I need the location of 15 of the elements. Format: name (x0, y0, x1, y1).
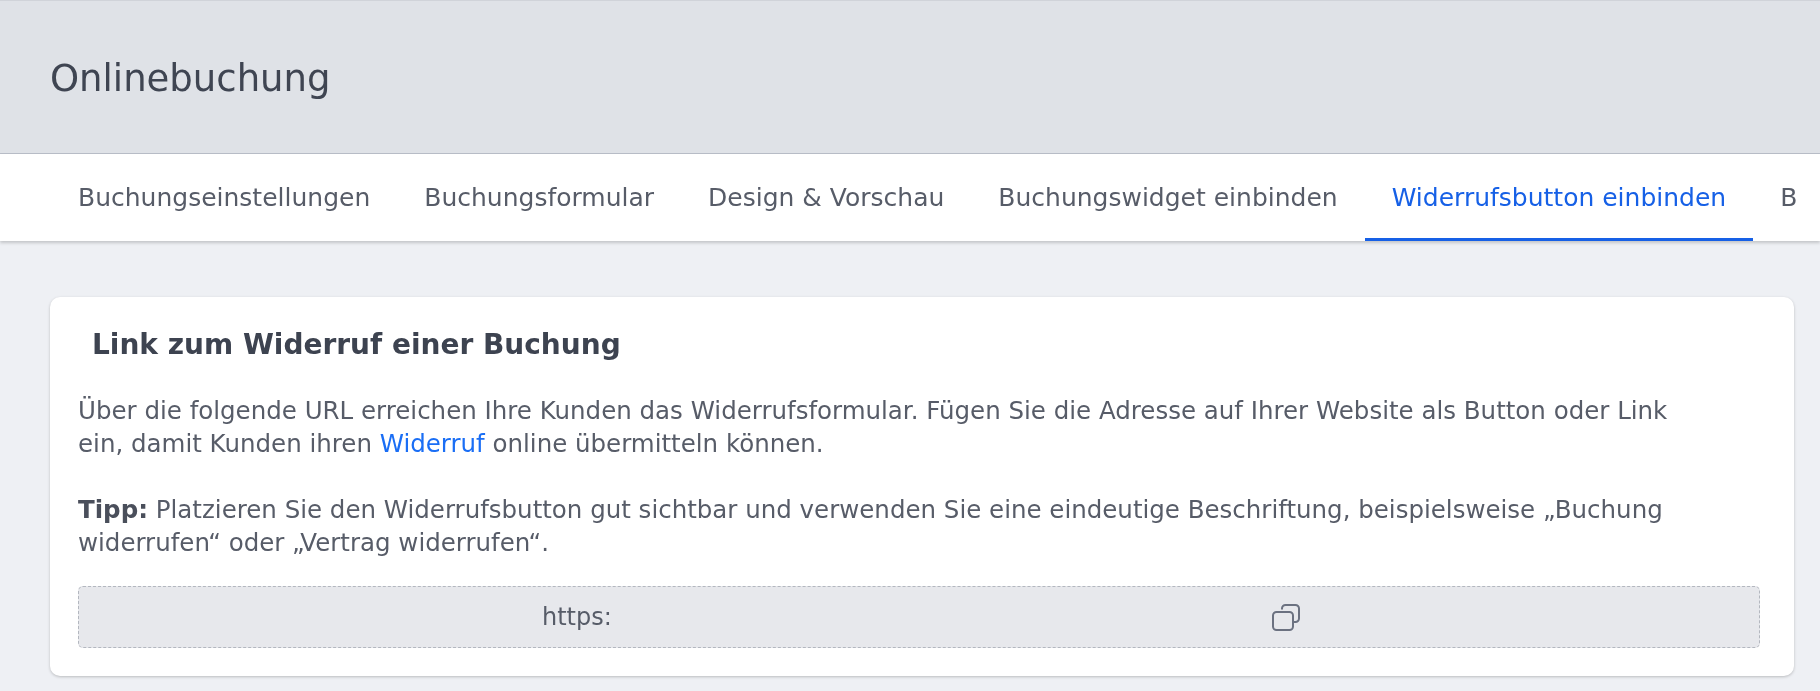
tab[interactable]: Design & Vorschau (681, 154, 972, 241)
copy-icon (1271, 603, 1300, 631)
url-text: https: (541, 603, 612, 631)
tip-text: Tipp: Platzieren Sie den Widerrufsbutton gut sichtbar und verwenden Sie eine eindeutige Beschriftung, beispielsweise „Buchung widerrufen“ oder „Vertrag widerrufen“. (78, 494, 1664, 559)
tab[interactable]: Buchungswidget einbinden (971, 154, 1365, 241)
tab[interactable]: Widerrufsbutton einbinden (1364, 154, 1754, 241)
tab[interactable]: Buchungseinstellungen (50, 154, 398, 241)
intro-text: Über die folgende URL erreichen Ihre Kunden das Widerrufsformular. Fügen Sie die Adresse auf Ihrer Website als Button oder Link ein, damit Kunden ihren Widerruf online übermitteln können. (78, 395, 1669, 460)
url-field[interactable]: https: (78, 586, 1760, 648)
revocation-link[interactable]: Widerruf (379, 428, 485, 458)
page-title: Onlinebuchung (50, 56, 331, 100)
tab[interactable]: B (1753, 154, 1820, 241)
card-title: Link zum Widerruf einer Buchung (92, 327, 622, 363)
tab[interactable]: Buchungsformular (397, 154, 682, 241)
copy-button[interactable] (1271, 603, 1300, 631)
